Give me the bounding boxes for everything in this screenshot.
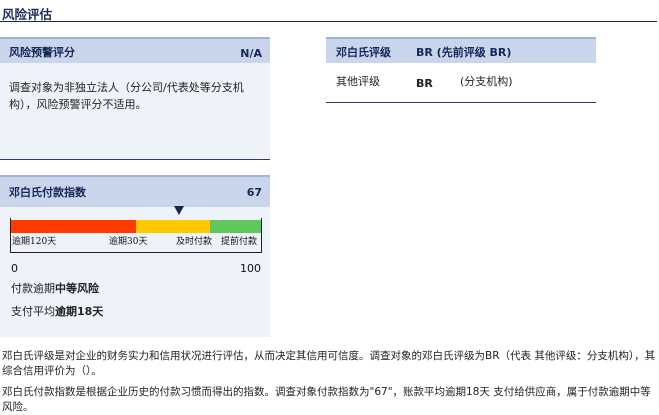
gauge-label-120: 逾期120天 (12, 237, 57, 247)
gauge-segment-120 (11, 220, 136, 233)
down-triangle-icon (173, 206, 184, 215)
dnb-rating-header: 邓白氏评级 BR (先前评级 BR) (326, 37, 596, 63)
paydex-title: 邓白氏付款指数 (9, 186, 86, 199)
paydex-days-prefix: 支付平均 (11, 305, 55, 318)
paydex-risk-line: 付款逾期中等风险 (11, 280, 99, 297)
footer-paydex-explanation: 邓白氏付款指数是根据企业历史的付款习惯而得出的指数。调查对象付款指数为"67"，… (2, 386, 651, 413)
dnb-rating-body: 其他评级 BR (分支机构) (326, 63, 596, 103)
gauge-segment-30 (136, 220, 210, 233)
paydex-score: 67 (246, 186, 262, 199)
dnb-rating-title: 邓白氏评级 (336, 46, 391, 59)
paydex-days-value: 逾期18天 (55, 305, 104, 318)
gauge-segment-early (210, 220, 261, 233)
footer-rating-explanation: 邓白氏评级是对企业的财务实力和信用状况进行评估，从而决定其信用可信度。调查对象的… (2, 350, 656, 377)
other-rating-value: BR (416, 77, 433, 90)
gauge-scale-min: 0 (11, 262, 18, 275)
gauge-label-ontime: 及时付款 (176, 237, 213, 247)
gauge-label-30: 逾期30天 (109, 237, 148, 247)
dnb-rating-value: BR (先前评级 BR) (416, 46, 512, 59)
paydex-header: 邓白氏付款指数 67 (0, 175, 270, 207)
gauge-label-early: 提前付款 (221, 237, 258, 247)
other-rating-label: 其他评级 (336, 75, 380, 88)
title-divider (0, 21, 657, 22)
paydex-days-line: 支付平均逾期18天 (11, 303, 103, 320)
early-warning-divider (0, 159, 270, 160)
early-warning-description: 调查对象为非独立法人（分公司/代表处等分支机构），风险预警评分不适用。 (9, 81, 244, 111)
gauge-scale-max: 100 (240, 262, 261, 275)
early-warning-body: 调查对象为非独立法人（分公司/代表处等分支机构），风险预警评分不适用。 (0, 63, 270, 159)
paydex-risk-prefix: 付款逾期 (11, 282, 55, 295)
other-rating-note: (分支机构) (460, 75, 513, 88)
early-warning-title: 风险预警评分 (9, 46, 75, 59)
paydex-risk-level: 中等风险 (55, 282, 99, 295)
early-warning-header: 风险预警评分 N/A (0, 37, 270, 63)
early-warning-score: N/A (240, 47, 262, 60)
